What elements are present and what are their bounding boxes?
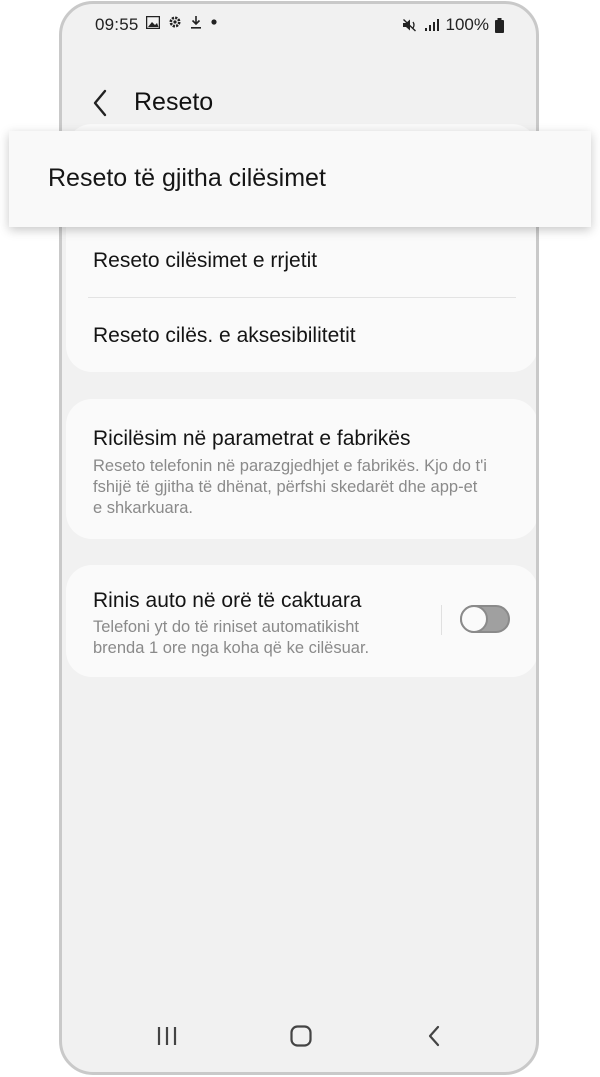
vertical-divider (441, 605, 442, 635)
battery-text: 100% (445, 15, 489, 34)
divider (88, 297, 516, 298)
back-icon[interactable] (88, 86, 114, 120)
download-icon (191, 16, 201, 29)
factory-reset-card[interactable]: Ricilësim në parametrat e fabrikës Reset… (66, 399, 536, 539)
auto-restart-description: Telefoni yt do të riniset automatikisht … (93, 617, 428, 659)
reset-all-settings-label: Reseto të gjitha cilësimet (48, 164, 326, 192)
auto-restart-title: Rinis auto në orë të caktuara (93, 589, 362, 612)
status-time: 09:55 (95, 15, 139, 34)
description-line: Reseto telefonin në parazgjedhjet e fabr… (93, 457, 487, 475)
reset-network-settings[interactable]: Reseto cilësimet e rrjetit (93, 249, 317, 273)
description-line: e shkarkuara. (93, 499, 193, 517)
status-left-icons (146, 15, 218, 29)
signal-icon (424, 19, 439, 31)
gallery-icon (146, 15, 160, 29)
navigation-bar (62, 1002, 536, 1072)
toggle-knob (460, 605, 488, 633)
status-bar: 09:55 100% (62, 4, 536, 46)
mute-vibrate-icon (402, 18, 416, 32)
recents-icon[interactable] (156, 1024, 178, 1048)
factory-reset-title: Ricilësim në parametrat e fabrikës (93, 427, 411, 450)
auto-restart-toggle[interactable] (460, 605, 510, 633)
auto-restart-card[interactable]: Rinis auto në orë të caktuara Telefoni y… (66, 565, 536, 677)
dot-icon (211, 19, 217, 25)
description-line: brenda 1 ore nga koha që ke cilësuar. (93, 639, 370, 657)
status-right-icons: 100% (402, 15, 504, 35)
reset-all-settings-item[interactable]: Reseto të gjitha cilësimet (9, 131, 591, 227)
home-icon[interactable] (289, 1024, 313, 1048)
page-title: Reseto (134, 88, 214, 116)
gear-icon (169, 16, 181, 28)
description-line: fshijë të gjitha të dhënat, përfshi sked… (93, 478, 478, 496)
description-line: Telefoni yt do të riniset automatikisht (93, 618, 359, 636)
factory-reset-description: Reseto telefonin në parazgjedhjet e fabr… (93, 456, 512, 519)
battery-icon (495, 17, 504, 33)
back-nav-icon[interactable] (426, 1024, 442, 1048)
reset-accessibility-settings[interactable]: Reseto cilës. e aksesibilitetit (93, 324, 356, 348)
